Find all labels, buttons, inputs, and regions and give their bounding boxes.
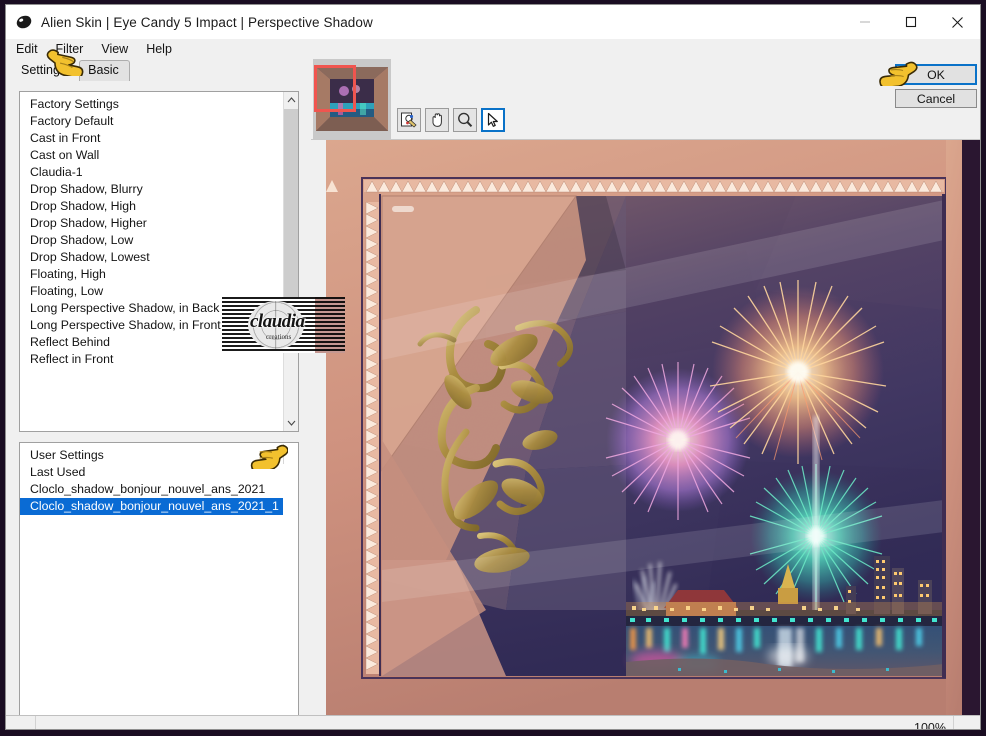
- divider: [953, 716, 954, 729]
- arrow-tool-icon[interactable]: [481, 108, 505, 132]
- factory-settings-header: Factory Settings: [30, 97, 119, 111]
- preview-canvas[interactable]: [311, 139, 980, 715]
- chevron-up-icon[interactable]: [284, 92, 298, 108]
- menu-bar: Edit Filter View Help: [6, 39, 980, 59]
- list-item[interactable]: Long Perspective Shadow, in Front: [20, 317, 283, 334]
- list-item[interactable]: Cloclo_shadow_bonjour_nouvel_ans_2021: [20, 481, 298, 498]
- zoom-level: 100%: [914, 720, 946, 730]
- menu-item-view[interactable]: View: [99, 41, 136, 57]
- list-item[interactable]: Cast in Front: [20, 130, 283, 147]
- list-item[interactable]: Last Used: [20, 464, 298, 481]
- cancel-button[interactable]: Cancel: [895, 89, 977, 108]
- tool-strip: [397, 108, 505, 132]
- maximize-icon[interactable]: [888, 6, 934, 39]
- tab-basic[interactable]: Basic: [79, 60, 130, 81]
- list-item[interactable]: Floating, High: [20, 266, 283, 283]
- hand-tool-icon[interactable]: [425, 108, 449, 132]
- list-item[interactable]: Drop Shadow, Higher: [20, 215, 283, 232]
- tab-strip: Settings Basic: [12, 59, 130, 81]
- list-item[interactable]: Drop Shadow, Lowest: [20, 249, 283, 266]
- menu-item-edit[interactable]: Edit: [14, 41, 46, 57]
- status-cell: [6, 716, 36, 729]
- chevron-down-icon[interactable]: [284, 415, 298, 431]
- window-title: Alien Skin | Eye Candy 5 Impact | Perspe…: [41, 14, 373, 30]
- zoom-tool-icon[interactable]: [453, 108, 477, 132]
- alien-skin-icon: [15, 13, 33, 31]
- list-item[interactable]: Drop Shadow, Blurry: [20, 181, 283, 198]
- close-icon[interactable]: [934, 6, 980, 39]
- list-item[interactable]: Drop Shadow, Low: [20, 232, 283, 249]
- status-bar: 100%: [6, 715, 980, 730]
- navigator-thumbnail[interactable]: [313, 59, 391, 139]
- settings-panel: Settings Basic Factory Settings Factory …: [6, 59, 311, 724]
- menu-item-filter[interactable]: Filter: [54, 41, 92, 57]
- preview-panel: Preview Background: None OK Cancel: [311, 59, 980, 715]
- user-settings-header: User Settings: [30, 448, 104, 462]
- application-window: Alien Skin | Eye Candy 5 Impact | Perspe…: [5, 4, 981, 730]
- list-item[interactable]: Cast on Wall: [20, 147, 283, 164]
- ok-button[interactable]: OK: [895, 64, 977, 85]
- minimize-icon[interactable]: [842, 6, 888, 39]
- scrollbar-track[interactable]: [284, 341, 298, 415]
- menu-item-help[interactable]: Help: [144, 41, 180, 57]
- user-settings-list[interactable]: User Settings Last Used Cloclo_shadow_bo…: [19, 442, 299, 724]
- list-item[interactable]: Factory Default: [20, 113, 283, 130]
- list-item-selected[interactable]: Cloclo_shadow_bonjour_nouvel_ans_2021_1: [20, 498, 283, 515]
- factory-list-scrollbar[interactable]: [283, 92, 298, 431]
- color-picker-icon[interactable]: [397, 108, 421, 132]
- preview-artwork: [326, 140, 980, 715]
- list-item[interactable]: Reflect in Front: [20, 351, 283, 368]
- factory-settings-list[interactable]: Factory Settings Factory Default Cast in…: [19, 91, 299, 432]
- list-item[interactable]: Floating, Low: [20, 283, 283, 300]
- list-item[interactable]: Claudia-1: [20, 164, 283, 181]
- window-controls: [842, 6, 980, 39]
- list-item[interactable]: Drop Shadow, High: [20, 198, 283, 215]
- tab-settings[interactable]: Settings: [12, 60, 80, 81]
- scrollbar-thumb[interactable]: [284, 109, 298, 341]
- list-item[interactable]: Reflect Behind: [20, 334, 283, 351]
- list-item[interactable]: Long Perspective Shadow, in Back: [20, 300, 283, 317]
- navigator-viewport-marquee[interactable]: [314, 65, 356, 112]
- title-bar: Alien Skin | Eye Candy 5 Impact | Perspe…: [6, 5, 980, 39]
